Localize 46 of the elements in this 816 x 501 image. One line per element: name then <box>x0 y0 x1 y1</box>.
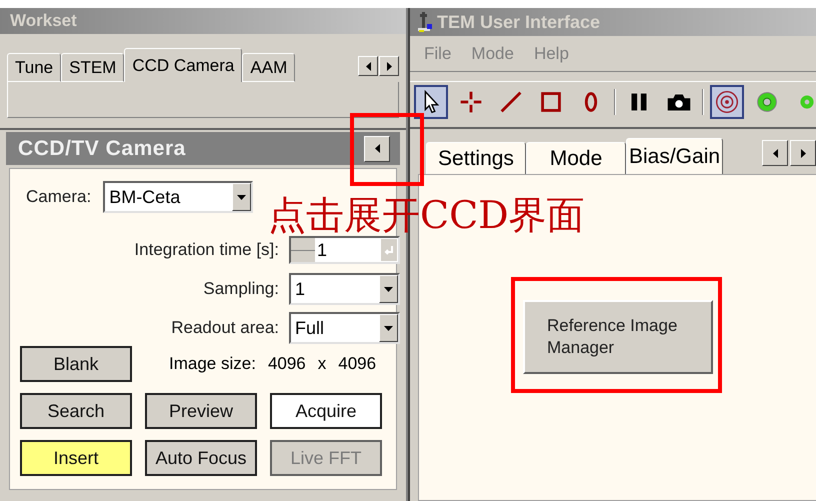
tab[interactable]: STEM <box>61 53 124 82</box>
camera-button[interactable]: Acquire <box>270 393 382 429</box>
field-label: Camera: <box>26 186 92 208</box>
tab[interactable]: Bias/Gain <box>626 138 724 174</box>
dropdown[interactable]: 1 <box>289 273 400 305</box>
triangle-right-icon <box>800 148 806 158</box>
field-label: Readout area: <box>171 317 279 340</box>
caret-down-icon <box>384 326 393 330</box>
camera-button[interactable]: Insert <box>20 440 132 476</box>
scroll-right-button[interactable] <box>379 56 399 76</box>
dropdown[interactable]: BM-Ceta <box>103 181 254 213</box>
collapse-button[interactable] <box>364 136 390 162</box>
triangle-left-icon <box>374 143 380 154</box>
triangle-left-icon <box>772 148 778 158</box>
tab[interactable]: Mode <box>526 142 626 174</box>
camera-button[interactable]: Auto Focus <box>145 440 257 476</box>
times-sign: x <box>318 353 326 376</box>
spinner-field[interactable]: 1 <box>289 236 400 264</box>
scroll-left-button[interactable] <box>358 56 378 76</box>
dropdown[interactable]: Full <box>289 312 400 344</box>
triangle-left-icon <box>364 60 372 72</box>
triangle-right-icon <box>386 60 392 72</box>
tab[interactable]: CCD Camera <box>124 48 242 82</box>
field-label: Sampling: <box>203 278 279 300</box>
camera-button[interactable]: Search <box>20 393 132 429</box>
scroll-left-button[interactable] <box>762 140 788 166</box>
image-width: 4096 <box>268 353 306 376</box>
camera-button[interactable]: Blank <box>20 346 132 382</box>
scroll-right-button[interactable] <box>790 140 816 166</box>
enter-icon <box>384 245 394 255</box>
window-title: TEM User Interface <box>437 10 600 34</box>
caret-down-icon <box>384 286 393 292</box>
reference-image-manager-button[interactable]: Reference Image Manager <box>523 300 713 374</box>
image-size-label: Image size: <box>169 353 256 376</box>
toolbar-button[interactable] <box>710 84 744 118</box>
panel-title: CCD/TV Camera <box>18 136 186 162</box>
image-height: 4096 <box>338 353 376 376</box>
field-label: Integration time [s]: <box>134 239 279 262</box>
panel-title: Workset <box>0 8 406 34</box>
caret-down-icon <box>237 194 246 200</box>
camera-button[interactable]: Preview <box>145 393 257 429</box>
microscope-icon <box>416 12 433 32</box>
tab[interactable]: AAM <box>242 53 296 82</box>
toolbar-button[interactable] <box>414 84 448 118</box>
tab[interactable]: Tune <box>7 53 62 82</box>
tab[interactable]: Settings <box>426 142 526 174</box>
